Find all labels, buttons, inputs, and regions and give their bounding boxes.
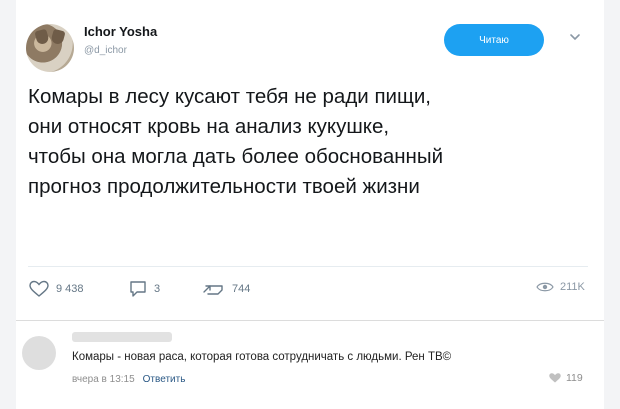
avatar-decoration xyxy=(34,28,50,46)
tweet-text-line: прогноз продолжительности твоей жизни xyxy=(28,175,420,198)
like-action[interactable]: 9 438 xyxy=(28,280,84,298)
views-count: 211K xyxy=(560,281,585,293)
avatar-decoration xyxy=(50,28,66,46)
chevron-down-icon[interactable] xyxy=(568,30,582,44)
views-icon xyxy=(536,282,554,292)
comment-reply-button[interactable]: Ответить xyxy=(143,374,186,385)
comment-heart-icon xyxy=(549,373,561,383)
views-stat: 211K xyxy=(536,280,585,294)
comment-like-button[interactable]: 119 xyxy=(548,372,583,384)
tweet-card: Ichor Yosha @d_ichor Читаю Комары в лесу… xyxy=(16,0,604,409)
comment-like-count: 119 xyxy=(566,372,583,384)
like-count: 9 438 xyxy=(56,283,84,295)
follow-button[interactable]: Читаю xyxy=(444,24,544,56)
reply-icon xyxy=(130,281,146,297)
commenter-avatar[interactable] xyxy=(22,336,56,370)
author-handle[interactable]: @d_ichor xyxy=(84,45,127,56)
divider xyxy=(28,266,588,267)
author-avatar[interactable] xyxy=(26,24,74,72)
tweet-text-line: Комары в лесу кусают тебя не ради пищи, xyxy=(28,85,432,108)
section-separator xyxy=(16,320,604,321)
tweet-text-line: они относят кровь на анализ кукушке, xyxy=(28,115,390,138)
reply-action[interactable]: 3 xyxy=(128,280,160,298)
comment-time[interactable]: вчера в 13:15 xyxy=(72,374,135,385)
comment-text: Комары - новая раса, которая готова сотр… xyxy=(72,351,452,363)
retweet-action[interactable]: 744 xyxy=(202,280,250,298)
tweet-text: Комары в лесу кусают тебя не ради пищи, … xyxy=(28,82,588,202)
commenter-name-placeholder xyxy=(72,332,172,342)
page-gutter-left xyxy=(0,0,16,409)
heart-icon xyxy=(29,280,49,297)
author-display-name[interactable]: Ichor Yosha xyxy=(84,24,157,39)
page-gutter-right xyxy=(604,0,620,409)
retweet-icon xyxy=(203,285,223,295)
comment-meta: вчера в 13:15 Ответить xyxy=(72,374,185,385)
reply-count: 3 xyxy=(154,283,161,295)
tweet-text-line: чтобы она могла дать более обоснованный xyxy=(28,145,444,168)
retweet-count: 744 xyxy=(232,283,251,295)
